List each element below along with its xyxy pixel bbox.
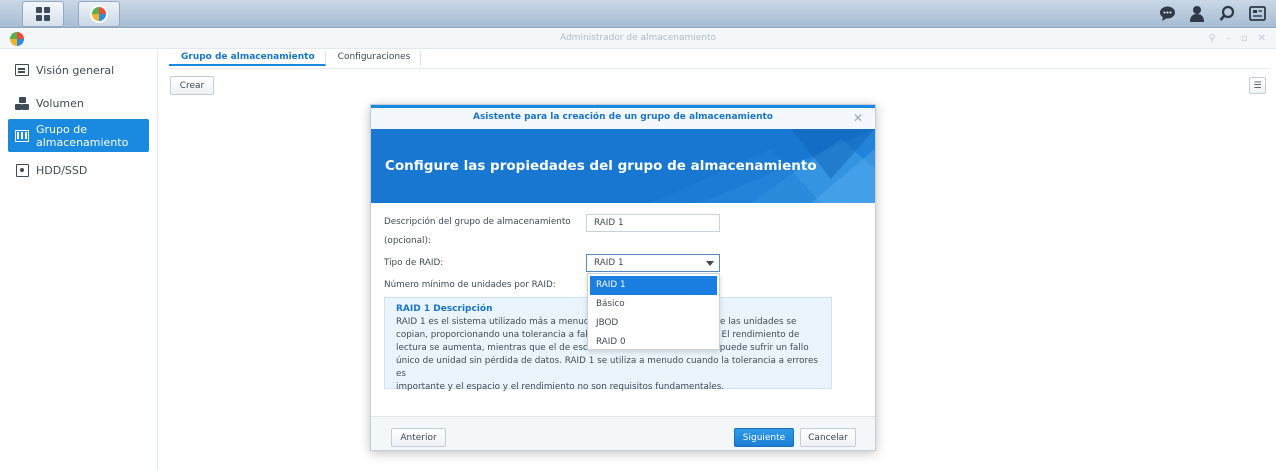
- tab-divider: [169, 68, 1269, 69]
- minimize-icon[interactable]: –: [1226, 33, 1231, 44]
- pool-description-field[interactable]: RAID 1: [586, 214, 720, 232]
- user-icon[interactable]: [1188, 3, 1206, 23]
- desc-line: único de unidad sin pérdida de datos. RA…: [396, 356, 818, 379]
- sidebar-item-label: Volumen: [36, 96, 84, 110]
- raid-type-dropdown: RAID 1 Básico JBOD RAID 0: [587, 273, 720, 350]
- sidebar-item-label: HDD/SSD: [36, 163, 88, 177]
- overview-icon: [14, 62, 30, 78]
- grid-icon: [36, 7, 50, 21]
- previous-button[interactable]: Anterior: [391, 428, 446, 447]
- pool-description-label-optional: (opcional):: [384, 236, 431, 246]
- desc-line: lectura se aumenta, mientras que el de e…: [396, 343, 603, 353]
- cancel-button[interactable]: Cancelar: [800, 428, 856, 447]
- raid-type-value: RAID 1: [594, 258, 624, 268]
- maximize-icon[interactable]: ▫: [1241, 33, 1248, 44]
- close-icon[interactable]: ✕: [1258, 33, 1266, 44]
- sidebar-item-label: Visión general: [36, 63, 115, 77]
- tab-bar: Grupo de almacenamiento Configuraciones: [169, 50, 422, 68]
- sidebar: Visión general Volumen Grupo de almacena…: [0, 50, 158, 470]
- storage-manager-icon: [90, 5, 108, 23]
- hdd-icon: [14, 162, 30, 178]
- sidebar-item-overview[interactable]: Visión general: [8, 60, 149, 80]
- search-icon[interactable]: [1218, 3, 1236, 23]
- main-menu-button[interactable]: [22, 1, 64, 27]
- sort-icon[interactable]: ☰: [1249, 77, 1266, 94]
- close-icon[interactable]: ✕: [853, 111, 863, 125]
- next-button[interactable]: Siguiente: [734, 428, 794, 447]
- window-title: Administrador de almacenamiento: [559, 33, 717, 43]
- raid-type-select[interactable]: RAID 1: [586, 254, 720, 272]
- sidebar-item-label: Grupo de almacenamiento: [36, 122, 129, 149]
- chat-icon[interactable]: [1158, 3, 1176, 23]
- taskbar: [0, 0, 1276, 28]
- desc-line: RAID 1 es el sistema utilizado más a men…: [396, 317, 598, 327]
- wizard-heading: Configure las propiedades del grupo de a…: [385, 158, 817, 174]
- pin-icon[interactable]: ⚲: [1209, 33, 1216, 44]
- wizard-titlebar: Asistente para la creación de un grupo d…: [371, 105, 875, 129]
- sidebar-item-storage-pool[interactable]: Grupo de almacenamiento: [8, 119, 149, 152]
- sidebar-item-hdd[interactable]: HDD/SSD: [8, 160, 149, 180]
- raid-option-basic[interactable]: Básico: [590, 295, 717, 314]
- pool-description-label: Descripción del grupo de almacenamiento: [384, 217, 571, 227]
- window-titlebar: Administrador de almacenamiento ⚲ – ▫ ✕: [0, 29, 1276, 49]
- volume-icon: [14, 95, 30, 111]
- storage-manager-taskbar-button[interactable]: [78, 1, 120, 27]
- desc-line: copian, proporcionando una tolerancia a …: [396, 330, 601, 340]
- wizard-title: Asistente para la creación de un grupo d…: [472, 112, 773, 122]
- wizard-banner: Configure las propiedades del grupo de a…: [371, 129, 875, 203]
- raid-type-label: Tipo de RAID:: [384, 258, 444, 268]
- tab-settings[interactable]: Configuraciones: [326, 50, 422, 66]
- min-units-label: Número mínimo de unidades por RAID:: [384, 280, 556, 290]
- chevron-down-icon: [706, 261, 714, 266]
- wizard-footer: Anterior Siguiente Cancelar: [371, 416, 875, 450]
- widgets-icon[interactable]: [1248, 3, 1266, 23]
- raid-option-raid0[interactable]: RAID 0: [590, 333, 717, 352]
- desc-line: Se puede sufrir un fallo: [706, 343, 809, 353]
- desc-line: importante y el espacio y el rendimiento…: [396, 382, 725, 392]
- raid-option-raid1[interactable]: RAID 1: [590, 276, 717, 295]
- raid-option-jbod[interactable]: JBOD: [590, 314, 717, 333]
- storage-pool-icon: [14, 128, 30, 144]
- sidebar-item-volume[interactable]: Volumen: [8, 93, 149, 113]
- tab-storage-pool[interactable]: Grupo de almacenamiento: [169, 50, 326, 66]
- create-button[interactable]: Crear: [170, 76, 214, 95]
- desc-line: e las unidades se: [720, 317, 797, 327]
